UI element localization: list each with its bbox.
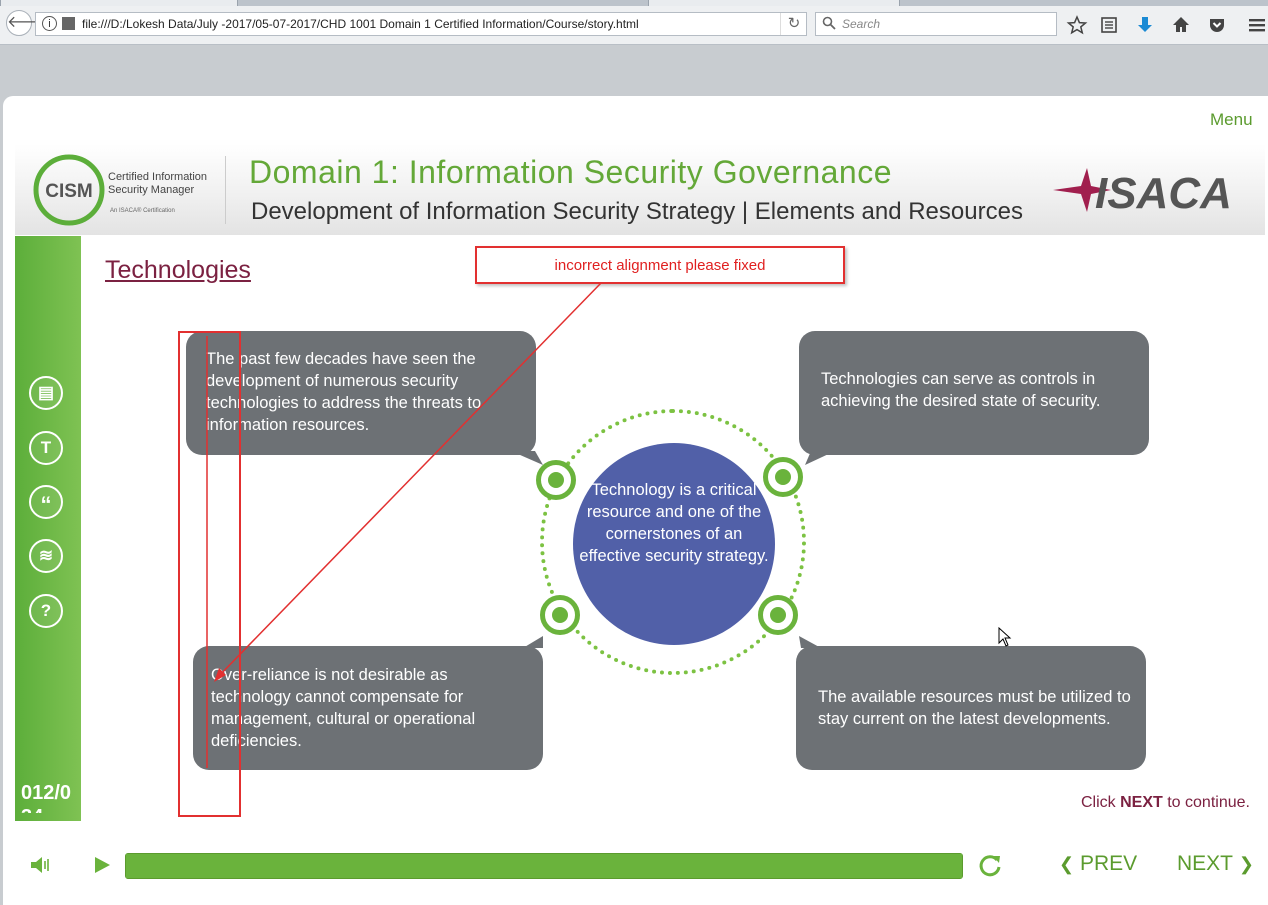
search-bar[interactable]: Search <box>815 12 1057 36</box>
search-icon <box>822 16 836 30</box>
course-subtitle: Development of Information Security Stra… <box>251 198 1023 225</box>
resources-icon[interactable]: ≋ <box>29 539 63 573</box>
continue-suffix: to continue. <box>1162 794 1250 811</box>
center-circle: Technology is a critical resource and on… <box>573 443 775 645</box>
site-info-icon[interactable]: i <box>42 16 57 31</box>
course-player: Menu CISM Certified Information Security… <box>3 96 1268 905</box>
prev-button[interactable]: ❮ PREV <box>1059 852 1137 876</box>
download-icon[interactable] <box>1134 14 1156 36</box>
bubble-top-left: The past few decades have seen the devel… <box>186 331 536 455</box>
pocket-icon[interactable] <box>1206 14 1228 36</box>
node-top-left[interactable] <box>536 460 576 500</box>
progress-fill <box>126 854 962 878</box>
node-top-right[interactable] <box>763 457 803 497</box>
continue-hint: Click NEXT to continue. <box>1081 794 1250 812</box>
home-icon[interactable] <box>1170 14 1192 36</box>
bubble-bottom-left: Over-reliance is not desirable as techno… <box>193 646 543 770</box>
continue-prefix: Click <box>1081 794 1121 811</box>
menu-link[interactable]: Menu <box>1210 110 1253 130</box>
node-bottom-left[interactable] <box>540 595 580 635</box>
player-controls: ❮ PREV NEXT ❯ <box>3 841 1268 905</box>
cism-line2: Security Manager <box>108 184 195 196</box>
bubble-tail <box>523 636 543 648</box>
url-bar[interactable]: i file:///D:/Lokesh Data/July -2017/05-0… <box>35 12 807 36</box>
help-icon[interactable]: ? <box>29 594 63 628</box>
quote-icon[interactable]: “ <box>29 485 63 519</box>
cism-line1: Certified Information <box>108 171 208 183</box>
play-icon[interactable] <box>91 854 113 876</box>
mouse-cursor-icon <box>998 627 1012 647</box>
replay-icon[interactable] <box>977 852 1003 878</box>
search-input[interactable]: Search <box>842 17 880 31</box>
reload-button[interactable]: ↻ <box>780 13 807 35</box>
reading-list-icon[interactable] <box>1098 14 1120 36</box>
bubble-tail <box>511 451 543 465</box>
chevron-left-icon: ❮ <box>1059 854 1075 874</box>
sidebar: ▤ T “ ≋ ? 012/034 <box>15 236 81 821</box>
annotation-text: incorrect alignment please fixed <box>554 257 766 274</box>
hamburger-menu-icon[interactable] <box>1246 14 1268 36</box>
cism-logo-sub: An ISACA® Certification <box>110 208 175 214</box>
continue-next-word: NEXT <box>1120 794 1163 811</box>
course-title: Domain 1: Information Security Governanc… <box>249 154 893 190</box>
next-label: NEXT <box>1177 852 1234 875</box>
cism-logo-icon: CISM <box>33 154 105 226</box>
transcript-icon[interactable]: T <box>29 431 63 465</box>
next-button[interactable]: NEXT ❯ <box>1177 852 1254 876</box>
cism-logo-text: Certified Information Security Manager <box>108 171 207 197</box>
bubble-tail <box>805 451 835 465</box>
url-text[interactable]: file:///D:/Lokesh Data/July -2017/05-07-… <box>82 17 639 31</box>
page-counter: 012/034 <box>21 782 72 813</box>
back-button[interactable]: 🡐 <box>6 10 50 36</box>
page-heading: Technologies <box>105 256 251 284</box>
course-banner: CISM Certified Information Security Mana… <box>15 144 1265 235</box>
bubble-tail <box>799 636 821 648</box>
cism-badge-text: CISM <box>45 181 93 202</box>
isaca-logo-text: ISACA <box>1095 169 1232 216</box>
progress-bar[interactable] <box>125 853 963 879</box>
volume-icon[interactable] <box>29 854 51 876</box>
banner-divider <box>225 156 226 224</box>
notes-icon[interactable]: ▤ <box>29 376 63 410</box>
bubble-bottom-right: The available resources must be utilized… <box>796 646 1146 770</box>
reload-icon: ↻ <box>787 15 801 32</box>
node-bottom-right[interactable] <box>758 595 798 635</box>
annotation-note: incorrect alignment please fixed <box>475 246 845 284</box>
prev-label: PREV <box>1079 852 1138 875</box>
isaca-logo-icon: ISACA <box>1053 168 1232 216</box>
bookmark-star-icon[interactable] <box>1066 14 1088 36</box>
bubble-top-right: Technologies can serve as controls in ac… <box>799 331 1149 455</box>
chevron-right-icon: ❯ <box>1238 854 1254 874</box>
page-icon <box>62 17 75 30</box>
